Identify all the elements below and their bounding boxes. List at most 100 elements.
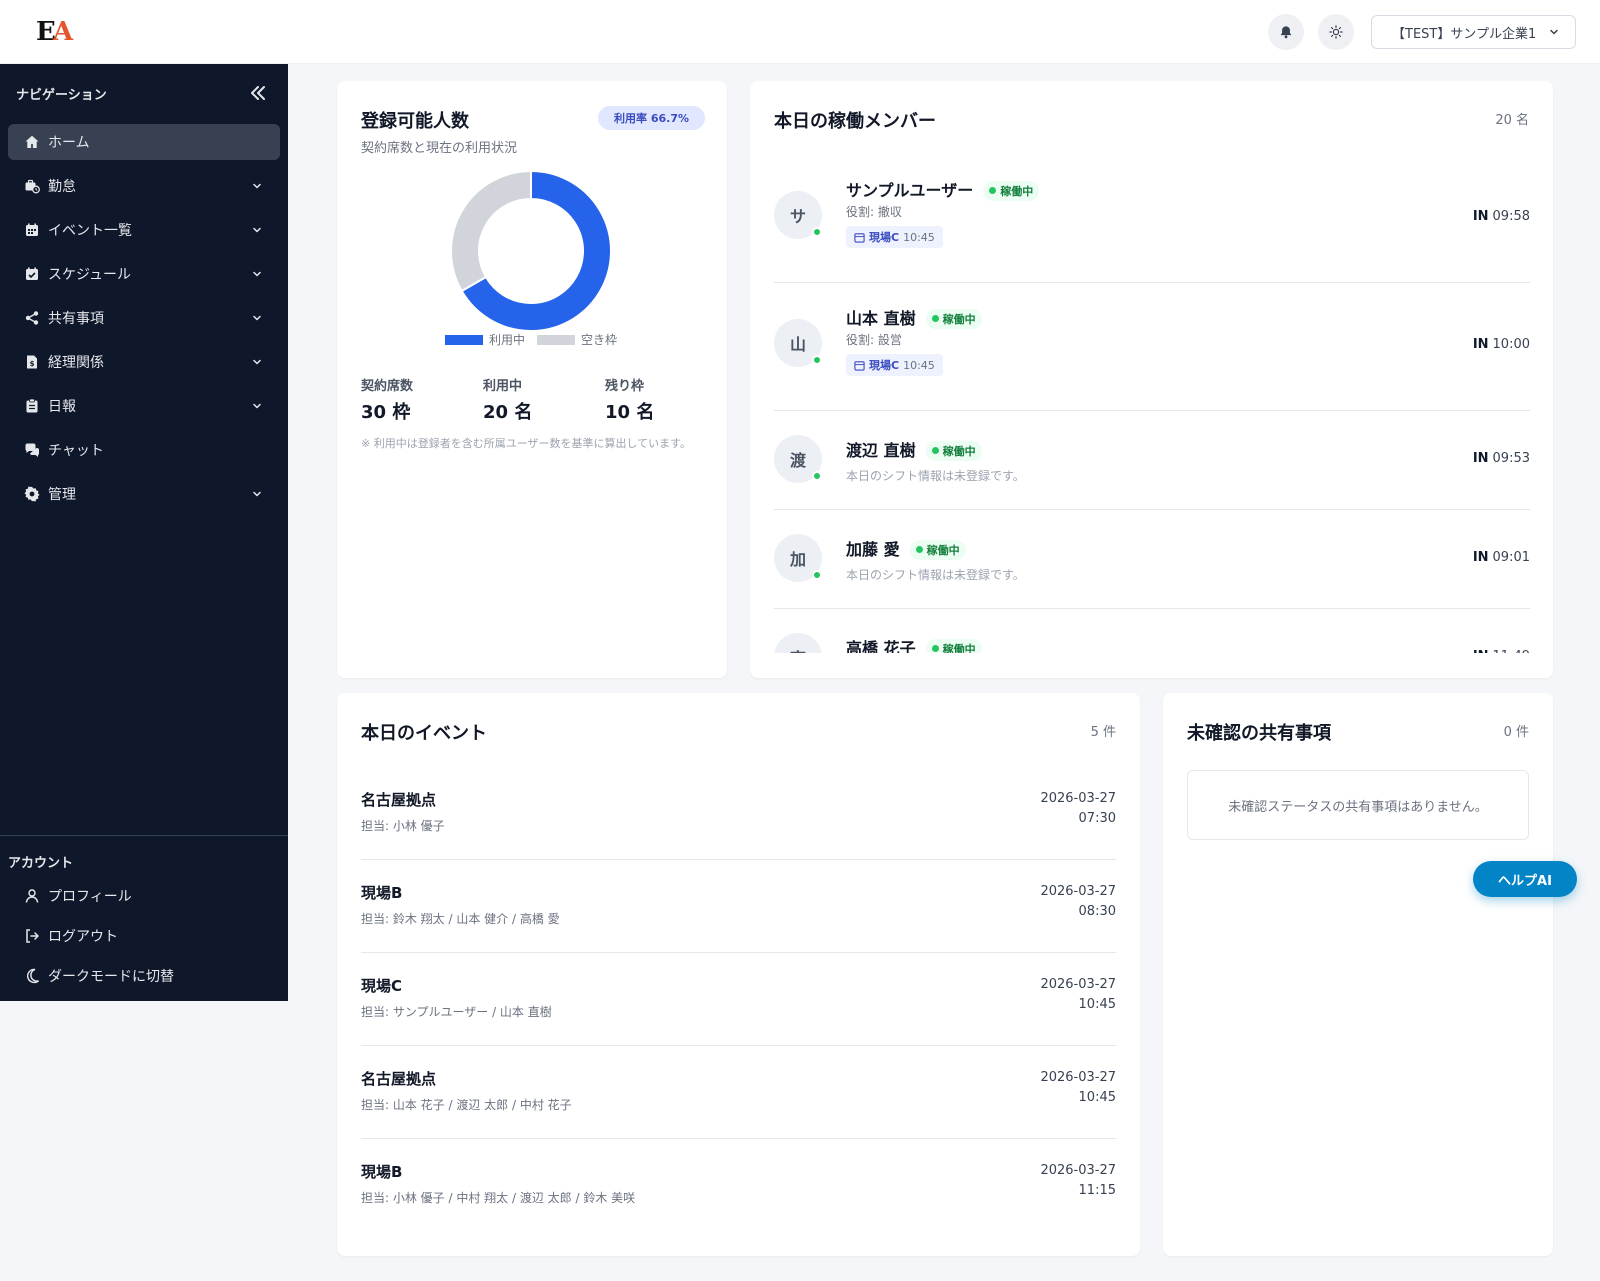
clock-in-value: 09:01 xyxy=(1492,550,1530,565)
clock-in-value: 09:58 xyxy=(1492,209,1530,224)
events-title: 本日のイベント xyxy=(361,723,487,744)
status-text: 稼働中 xyxy=(1000,184,1034,198)
chat-icon xyxy=(25,443,39,457)
member-name-text: 渡辺 直樹 xyxy=(846,441,916,460)
sidebar-item-label: スケジュール xyxy=(48,267,132,283)
sidebar-item-label: 共有事項 xyxy=(48,311,104,327)
event-row[interactable]: 現場B 担当: 鈴木 翔太 / 山本 健介 / 高橋 愛 2026-03-27 08:… xyxy=(361,860,1116,953)
event-row[interactable]: 現場B 担当: 小林 優子 / 中村 翔太 / 渡辺 太郎 / 鈴木 美咲 2026… xyxy=(361,1139,1116,1232)
sidebar-item[interactable]: 共有事項 xyxy=(8,300,280,336)
avatar: 高 xyxy=(774,633,822,653)
legend-label-free: 空き枠 xyxy=(581,333,618,347)
status-text: 稼働中 xyxy=(942,642,976,654)
events-count: 5 件 xyxy=(1090,725,1116,740)
events-list: 名古屋拠点 担当: 小林 優子 2026-03-27 07:30 現場B 担当: 鈴木 翔… xyxy=(361,767,1116,1232)
status-dot xyxy=(989,187,997,194)
account-item[interactable]: ダークモードに切替 xyxy=(0,956,288,996)
registration-card: 登録可能人数 契約席数と現在の利用状況 利用率 66.7% 利用中 空き枠 契約… xyxy=(337,81,727,678)
unconfirmed-count: 0 件 xyxy=(1503,725,1529,740)
sidebar-item[interactable]: 日報 xyxy=(8,388,280,424)
sidebar-item[interactable]: 勤怠 xyxy=(8,168,280,204)
logo-letter-e: E xyxy=(36,17,56,47)
event-date: 2026-03-27 xyxy=(1040,1163,1116,1178)
shift-site: 現場C xyxy=(869,231,900,244)
app-logo[interactable]: EA xyxy=(36,17,73,47)
clock-in-value: 10:00 xyxy=(1492,337,1530,352)
top-bar: EA 【TEST】サンプル企業1 xyxy=(0,0,1600,64)
event-staff: 担当: 鈴木 翔太 / 山本 健介 / 高橋 愛 xyxy=(361,912,560,926)
events-card: 本日のイベント 5 件 名古屋拠点 担当: 小林 優子 2026-03-27 07:3… xyxy=(337,693,1140,1256)
notification-button[interactable] xyxy=(1268,14,1304,50)
account-section: アカウント プロフィール ログアウト ダークモードに切替 xyxy=(0,835,288,985)
legend-label-used: 利用中 xyxy=(489,333,526,347)
chevron-down-icon xyxy=(253,403,261,409)
members-list[interactable]: ササンプルユーザー 稼働中 役割: 撤収 現場C 10:45 IN 09:58 山山本 直樹稼… xyxy=(774,155,1530,653)
chevron-down-icon xyxy=(253,227,261,233)
event-row[interactable]: 名古屋拠点 担当: 山本 花子 / 渡辺 太郎 / 中村 花子 2026-03-27… xyxy=(361,1046,1116,1139)
member-row[interactable]: 渡 渡辺 直樹 稼働中 本日のシフト情報は未登録です。 IN 09:53 xyxy=(774,411,1530,510)
gear-icon xyxy=(24,486,40,502)
sidebar-item[interactable]: スケジュール xyxy=(8,256,280,292)
event-date: 2026-03-27 xyxy=(1040,977,1116,992)
avatar-initial: 山 xyxy=(789,335,806,354)
member-row[interactable]: 高 高橋 花子 稼働中 IN 11:49 xyxy=(774,609,1530,653)
unconfirmed-title: 未確認の共有事項 xyxy=(1187,723,1331,744)
account-title: アカウント xyxy=(8,856,74,871)
sidebar-title: ナビゲーション xyxy=(16,88,107,103)
sidebar-item[interactable]: イベント一覧 xyxy=(8,212,280,248)
clock-in-label: IN xyxy=(1473,649,1489,653)
sidebar-item[interactable]: ホーム xyxy=(8,124,280,160)
clock-in-label: IN xyxy=(1472,209,1489,224)
status-badge: 稼働中 xyxy=(925,440,982,461)
clock-in-time: IN 10:00 xyxy=(1473,337,1530,352)
event-time: 08:30 xyxy=(1078,904,1116,919)
home-icon xyxy=(25,135,39,148)
chevrons-left-icon xyxy=(251,86,265,100)
account-item[interactable]: ログアウト xyxy=(0,916,288,956)
avatar: 山 xyxy=(774,319,822,367)
shift-badge: 現場C 10:45 xyxy=(846,354,943,376)
member-row[interactable]: サ サンプルユーザー 稼働中 役割: 撤収 現場C 10:45 IN 09:58 xyxy=(774,155,1530,283)
sidebar-item[interactable]: $ 経理関係 xyxy=(8,344,280,380)
event-datetime: 2026-03-27 11:15 xyxy=(1040,1161,1116,1201)
event-row[interactable]: 名古屋拠点 担当: 小林 優子 2026-03-27 07:30 xyxy=(361,767,1116,860)
usage-donut-chart xyxy=(450,169,612,332)
theme-toggle-button[interactable] xyxy=(1318,14,1354,50)
svg-text:$: $ xyxy=(30,360,35,368)
member-row[interactable]: 加 加藤 愛 稼働中 本日のシフト情報は未登録です。 IN 09:01 xyxy=(774,510,1530,609)
event-date: 2026-03-27 xyxy=(1040,791,1116,806)
online-dot xyxy=(812,227,822,237)
chevron-down-icon xyxy=(253,491,261,497)
shift-site: 現場C xyxy=(869,359,900,372)
calendar-icon xyxy=(854,360,865,371)
online-dot xyxy=(812,570,822,580)
help-ai-button[interactable]: ヘルプAI xyxy=(1473,861,1577,897)
stat-value: 30 枠 xyxy=(361,402,411,423)
sidebar-item[interactable]: 管理 xyxy=(8,476,280,512)
stat-value: 10 名 xyxy=(605,402,655,423)
account-item[interactable]: プロフィール xyxy=(0,876,288,916)
event-row[interactable]: 現場C 担当: サンプルユーザー / 山本 直樹 2026-03-27 10:45 xyxy=(361,953,1116,1046)
company-select[interactable]: 【TEST】サンプル企業1 xyxy=(1371,15,1576,49)
sidebar-collapse-button[interactable] xyxy=(248,83,268,103)
chevron-down-icon xyxy=(253,271,261,277)
registration-note: ※ 利用中は登録者を含む所属ユーザー数を基準に算出しています。 xyxy=(361,437,692,450)
sidebar-item[interactable]: チャット xyxy=(8,432,280,468)
member-name-text: 山本 直樹 xyxy=(846,309,916,328)
company-select-label: 【TEST】サンプル企業1 xyxy=(1392,26,1537,42)
calendar-icon xyxy=(854,232,865,243)
member-row[interactable]: 山 山本 直樹 稼働中 役割: 設営 現場C 10:45 IN 10:00 xyxy=(774,283,1530,411)
members-card: 本日の稼働メンバー 20 名 ササンプルユーザー 稼働中 役割: 撤収 現場C 10:4… xyxy=(750,81,1553,678)
member-name-text: 高橋 花子 xyxy=(846,639,916,653)
sidebar-item-label: 勤怠 xyxy=(48,179,76,195)
avatar-initial: 加 xyxy=(789,550,806,569)
stat-value: 20 名 xyxy=(483,402,533,423)
account-item-label: プロフィール xyxy=(48,889,132,905)
moon-icon xyxy=(27,968,39,984)
logo-letter-a: A xyxy=(52,17,73,47)
donut-slice-free xyxy=(450,169,532,293)
event-name: 現場C xyxy=(361,977,403,995)
empty-state: 未確認ステータスの共有事項はありません。 xyxy=(1187,770,1529,840)
logout-icon xyxy=(26,929,39,943)
clock-in-time: IN 09:53 xyxy=(1473,451,1530,466)
